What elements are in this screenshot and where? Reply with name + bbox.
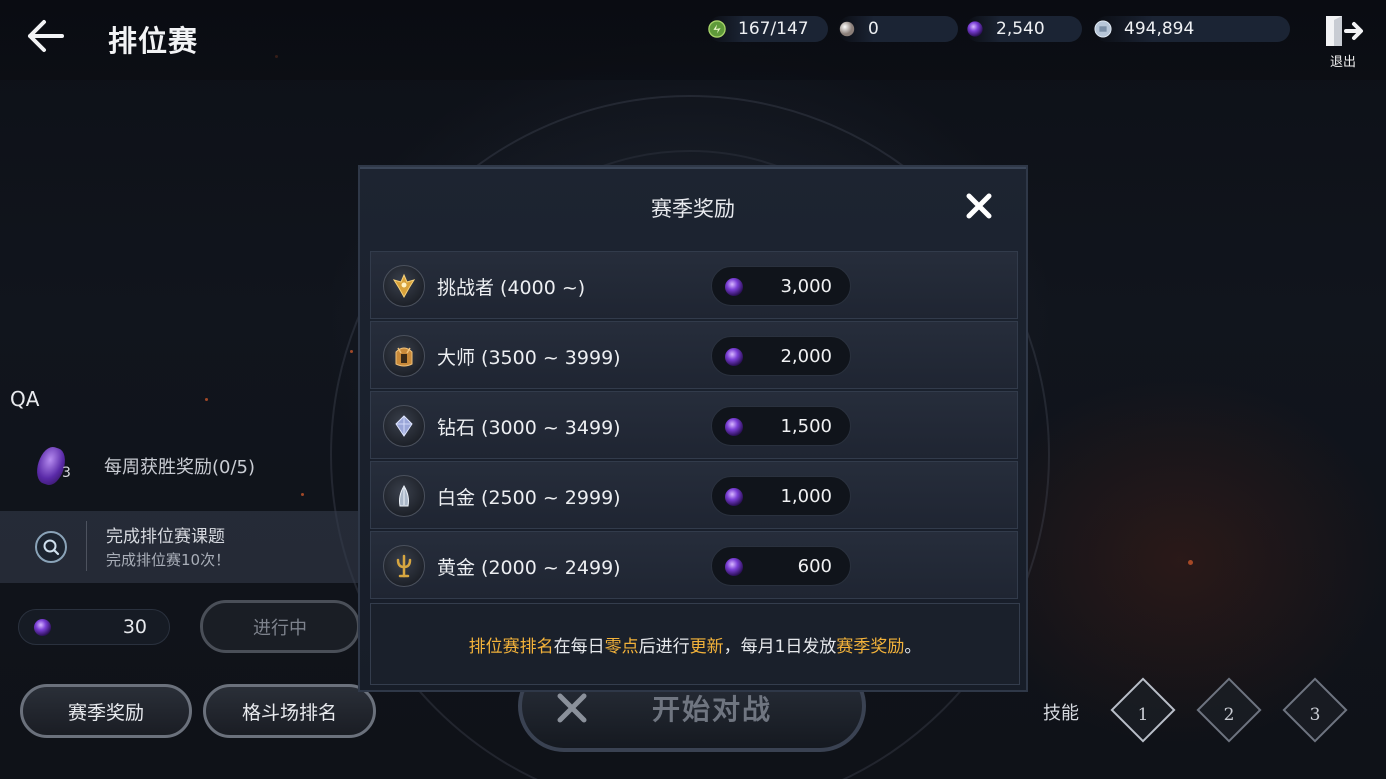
stamina-icon xyxy=(708,20,726,38)
exit-label: 退出 xyxy=(1329,55,1356,70)
quest-search-icon xyxy=(35,531,67,563)
silver-coin-value: 494,894 xyxy=(1124,19,1195,39)
helmet-icon xyxy=(395,347,413,367)
note-highlight: 更新 xyxy=(689,637,724,657)
back-button[interactable] xyxy=(22,14,72,58)
pearl-icon xyxy=(839,21,855,37)
dialog-title: 赛季奖励 xyxy=(651,197,735,221)
stamina-counter: 167/147 xyxy=(708,16,828,42)
crown-wings-icon xyxy=(392,273,416,299)
tier-reward-value: 3,000 xyxy=(780,276,832,297)
platinum-crest-icon xyxy=(383,475,425,517)
weekly-win-reward-text: 每周获胜奖励(0/5) xyxy=(104,457,256,478)
tier-reward-value: 2,000 xyxy=(780,346,832,367)
tier-reward: 3,000 xyxy=(711,266,851,306)
close-icon xyxy=(966,193,992,219)
quest-divider xyxy=(86,521,87,571)
ember-particle xyxy=(350,350,353,353)
diamond-icon xyxy=(395,415,413,437)
tier-reward-list: 挑战者 (4000 ~) 3,000 大师 (3500 ~ 3999) 2,00… xyxy=(370,251,1020,601)
tier-reward: 1,000 xyxy=(711,476,851,516)
in-progress-button[interactable]: 进行中 xyxy=(200,600,360,653)
tier-row-master: 大师 (3500 ~ 3999) 2,000 xyxy=(370,321,1018,389)
gem-count: 3 xyxy=(62,465,71,481)
quest-reward: 30 xyxy=(18,609,170,645)
ranking-info-box: 排位赛排名在每日零点后进行更新，每月1日发放赛季奖励。 xyxy=(370,603,1020,685)
tier-row-platinum: 白金 (2500 ~ 2999) 1,000 xyxy=(370,461,1018,529)
master-crest-icon xyxy=(383,335,425,377)
qa-label: QA xyxy=(10,387,40,411)
tier-reward: 1,500 xyxy=(711,406,851,446)
skill-slot-1-number: 1 xyxy=(1137,705,1149,725)
close-button[interactable] xyxy=(964,191,994,221)
note-highlight: 赛季奖励 xyxy=(836,637,905,657)
start-battle-label: 开始对战 xyxy=(652,693,773,726)
purple-orb-icon xyxy=(967,21,983,37)
skill-slot-3-number: 3 xyxy=(1309,705,1321,725)
stamina-value: 167/147 xyxy=(738,19,809,39)
tier-row-challenger: 挑战者 (4000 ~) 3,000 xyxy=(370,251,1018,319)
diamond-crest-icon xyxy=(383,405,425,447)
tier-name: 钻石 (3000 ~ 3499) xyxy=(437,417,621,439)
purple-orb-icon xyxy=(725,348,743,366)
tier-name: 大师 (3500 ~ 3999) xyxy=(437,347,621,369)
tier-row-diamond: 钻石 (3000 ~ 3499) 1,500 xyxy=(370,391,1018,459)
tier-name: 挑战者 (4000 ~) xyxy=(437,277,586,299)
tier-reward-value: 1,500 xyxy=(780,416,832,437)
silver-coin-icon xyxy=(1094,20,1112,38)
challenger-crest-icon xyxy=(383,265,425,307)
exit-button[interactable]: 退出 xyxy=(1320,12,1366,70)
tier-reward-value: 600 xyxy=(797,556,832,577)
silver-coin-counter: 494,894 xyxy=(1094,16,1290,42)
purple-orb-value: 2,540 xyxy=(996,19,1045,39)
skills-label: 技能 xyxy=(1043,703,1079,724)
note-text: 。 xyxy=(904,637,922,657)
ember-particle xyxy=(205,398,208,401)
note-highlight: 排位赛排名 xyxy=(468,637,554,657)
tier-name: 黄金 (2000 ~ 2499) xyxy=(437,557,621,579)
gold-crest-icon xyxy=(383,545,425,587)
purple-orb-icon xyxy=(725,488,743,506)
note-highlight: 零点 xyxy=(604,637,639,657)
season-reward-button[interactable]: 赛季奖励 xyxy=(20,684,192,738)
tier-row-gold: 黄金 (2000 ~ 2499) 600 xyxy=(370,531,1018,599)
tier-reward-value: 1,000 xyxy=(780,486,832,507)
purple-orb-icon xyxy=(33,618,52,637)
pearl-value: 0 xyxy=(868,19,879,39)
ranking-info-text: 排位赛排名在每日零点后进行更新，每月1日发放赛季奖励。 xyxy=(371,632,1019,657)
purple-orb-counter: 2,540 xyxy=(966,16,1082,42)
magnifier-icon xyxy=(43,539,60,556)
tier-reward: 600 xyxy=(711,546,851,586)
pearl-counter: 0 xyxy=(838,16,958,42)
top-bar: 排位赛 167/147 0 2,540 494,894 退出 xyxy=(0,0,1386,80)
ember-particle xyxy=(301,493,304,496)
note-text: ，每月1日发放 xyxy=(723,637,837,657)
tier-reward: 2,000 xyxy=(711,336,851,376)
arena-ranking-button[interactable]: 格斗场排名 xyxy=(203,684,376,738)
skill-slot-2-number: 2 xyxy=(1223,705,1235,725)
crossed-swords-icon xyxy=(557,693,587,723)
quest-subtitle: 完成排位赛10次！ xyxy=(106,551,231,569)
quest-reward-value: 30 xyxy=(122,616,147,638)
back-arrow-icon xyxy=(28,20,64,52)
note-text: 后进行 xyxy=(638,637,690,657)
feather-crest-icon xyxy=(399,485,409,507)
trident-icon xyxy=(396,554,412,578)
season-reward-dialog: 赛季奖励 挑战者 (4000 ~) 3,000 大师 (3500 ~ 3999)… xyxy=(358,165,1028,692)
exit-door-icon xyxy=(1326,16,1363,46)
purple-orb-icon xyxy=(725,558,743,576)
quest-title: 完成排位赛课题 xyxy=(106,527,225,547)
purple-orb-icon xyxy=(725,418,743,436)
note-text: 在每日 xyxy=(553,637,605,657)
tier-name: 白金 (2500 ~ 2999) xyxy=(437,487,621,509)
purple-orb-icon xyxy=(725,278,743,296)
ember-particle xyxy=(1188,560,1193,565)
page-title: 排位赛 xyxy=(108,24,199,58)
dialog-top-border xyxy=(360,167,1026,169)
